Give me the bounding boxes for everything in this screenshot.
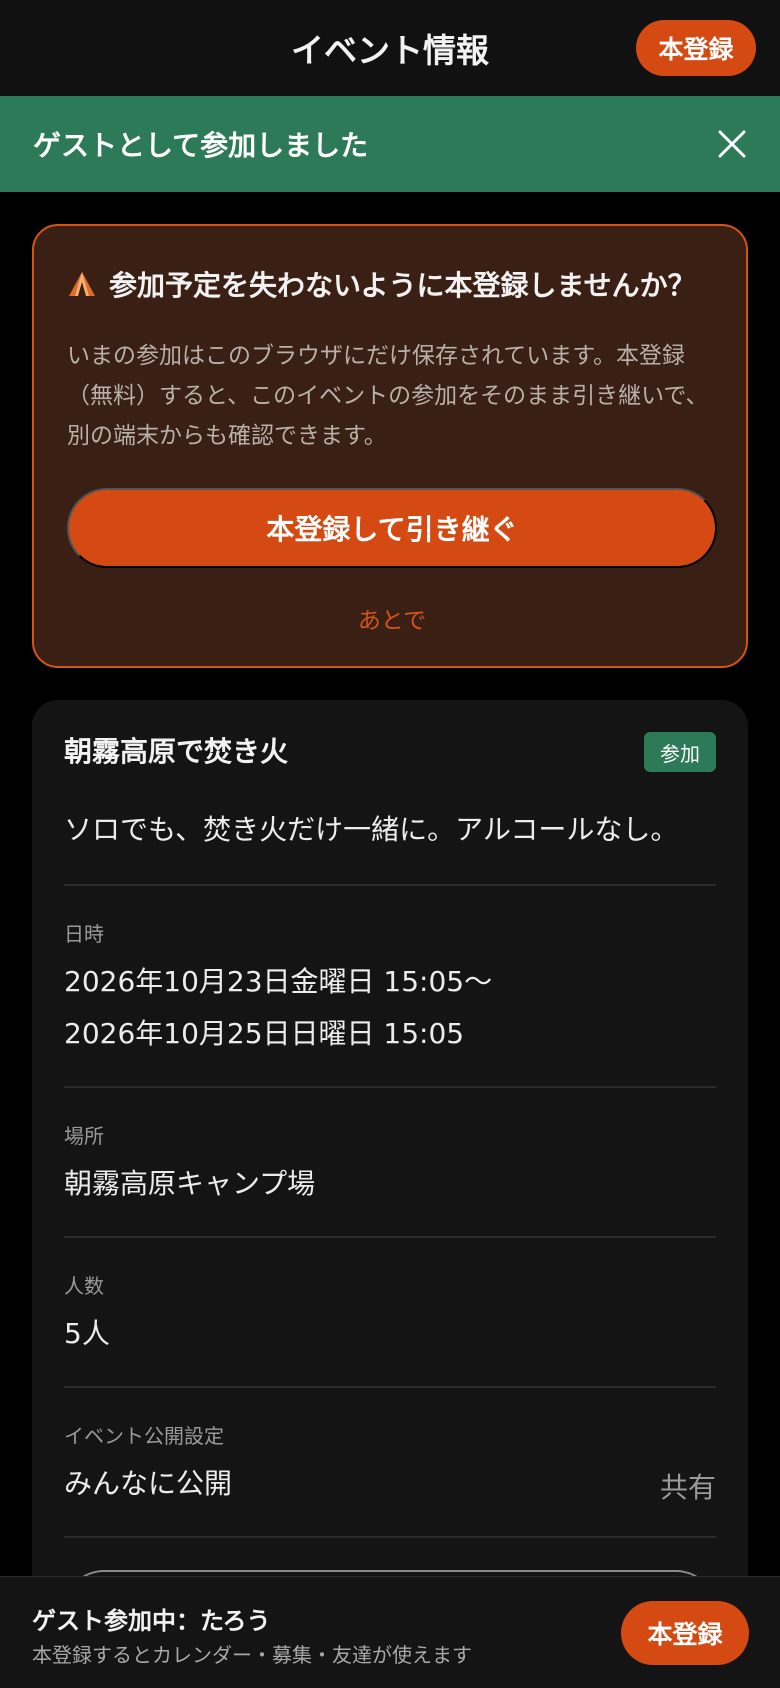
register-notice-card: 参加予定を失わないように本登録しませんか？ いまの参加はこのブラウザにだけ保存さ… (32, 224, 748, 668)
datetime-start: 2026年10月23日金曜日 15:05〜 (64, 965, 493, 998)
visibility-value: みんなに公開 (64, 1467, 233, 1500)
status-badge: 参加 (644, 732, 716, 772)
notice-title-row: 参加予定を失わないように本登録しませんか？ (67, 262, 696, 306)
share-button[interactable]: 共有 (660, 1466, 716, 1506)
people-value: 5人 (64, 1317, 110, 1350)
place-value: 朝霧高原キャンプ場 (64, 1167, 316, 1200)
divider (64, 1236, 716, 1238)
notice-body: いまの参加はこのブラウザにだけ保存されています。本登録（無料）すると、このイベン… (67, 343, 709, 449)
guest-bottom-bar: ゲスト参加中：たろう 本登録するとカレンダー・募集・友達が使えます 本登録 (0, 1576, 780, 1688)
header-register-button[interactable]: 本登録 (636, 20, 756, 76)
later-link[interactable]: あとで (34, 598, 750, 638)
tent-icon (69, 272, 95, 296)
divider (64, 884, 716, 886)
guest-status-title: ゲスト参加中：たろう (32, 1607, 271, 1635)
notice-title: 参加予定を失わないように本登録しませんか？ (109, 269, 696, 302)
event-title: 朝霧高原で焚き火 (64, 735, 289, 768)
close-icon[interactable] (714, 126, 750, 162)
bottom-register-button[interactable]: 本登録 (621, 1601, 749, 1665)
visibility-label: イベント公開設定 (64, 1424, 224, 1448)
place-label: 場所 (64, 1124, 104, 1148)
divider (64, 1386, 716, 1388)
datetime-label: 日時 (64, 922, 104, 946)
people-label: 人数 (64, 1274, 104, 1298)
divider (64, 1086, 716, 1088)
app-root: イベント情報 本登録 ゲストとして参加しました 参加予定を失わないように本登録し… (0, 0, 780, 1688)
toast-message: ゲストとして参加しました (33, 129, 369, 162)
register-and-transfer-button[interactable]: 本登録して引き継ぐ (67, 488, 717, 568)
header: イベント情報 本登録 (0, 0, 780, 96)
guest-joined-toast: ゲストとして参加しました (0, 96, 780, 192)
datetime-end: 2026年10月25日日曜日 15:05 (64, 1017, 465, 1050)
divider (64, 1536, 716, 1538)
guest-status-subtitle: 本登録するとカレンダー・募集・友達が使えます (32, 1643, 472, 1667)
event-description: ソロでも、焚き火だけ一緒に。アルコールなし。 (64, 813, 679, 846)
